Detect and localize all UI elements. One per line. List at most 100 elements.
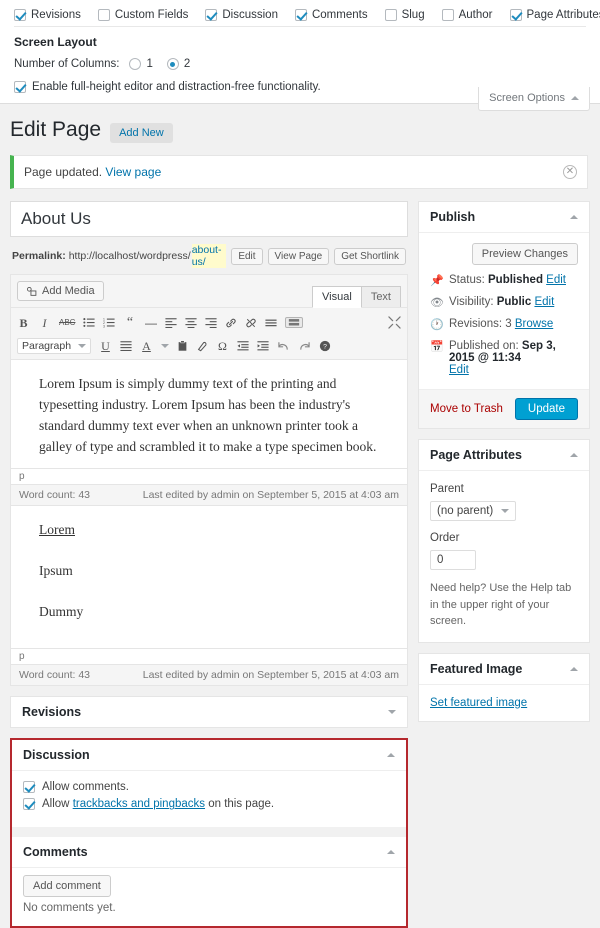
order-input[interactable]: 0 <box>430 550 476 570</box>
link-icon[interactable] <box>225 317 237 329</box>
screen-option-revisions[interactable]: Revisions <box>14 9 81 21</box>
radio-columns-2-label: 2 <box>184 58 190 70</box>
align-left-icon[interactable] <box>165 317 177 328</box>
tab-visual[interactable]: Visual <box>312 286 362 308</box>
editor-secondary-content-area[interactable]: Lorem Ipsum Dummy <box>11 506 407 649</box>
updated-notice: Page updated. View page ✕ <box>10 155 588 189</box>
featured-image-metabox: Featured Image Set featured image <box>418 653 590 722</box>
allow-comments-row[interactable]: Allow comments. <box>23 781 395 793</box>
publish-title: Publish <box>430 210 475 224</box>
checkbox-discussion[interactable] <box>205 9 217 21</box>
add-new-button[interactable]: Add New <box>110 123 173 143</box>
permalink-edit-button[interactable]: Edit <box>231 248 262 265</box>
paste-as-text-icon[interactable] <box>177 340 188 352</box>
screen-option-discussion[interactable]: Discussion <box>205 9 278 21</box>
revisions-browse-link[interactable]: Browse <box>515 318 553 330</box>
move-to-trash-link[interactable]: Move to Trash <box>430 403 503 415</box>
parent-select-value: (no parent) <box>437 505 493 517</box>
content-editor-secondary: Lorem Ipsum Dummy p Word count: 43 Last … <box>10 506 408 687</box>
radio-columns-1[interactable] <box>129 58 141 70</box>
text-color-icon[interactable]: A <box>140 340 153 352</box>
screen-option-comments[interactable]: Comments <box>295 9 368 21</box>
status-value: Published <box>488 274 543 286</box>
view-page-link[interactable]: View page <box>105 165 161 179</box>
close-icon[interactable]: ✕ <box>563 165 577 179</box>
chevron-up-icon[interactable] <box>387 753 395 757</box>
published-edit-link[interactable]: Edit <box>449 364 469 376</box>
align-right-icon[interactable] <box>205 317 217 328</box>
justify-icon[interactable] <box>120 340 132 351</box>
chevron-up-icon[interactable] <box>570 215 578 219</box>
chevron-up-icon[interactable] <box>570 667 578 671</box>
checkbox-comments[interactable] <box>295 9 307 21</box>
screen-option-label: Slug <box>402 9 425 21</box>
screen-option-label: Custom Fields <box>115 9 189 21</box>
trackbacks-pingbacks-link[interactable]: trackbacks and pingbacks <box>73 798 205 810</box>
decrease-indent-icon[interactable] <box>237 340 249 351</box>
last-edited: Last edited by admin on September 5, 201… <box>143 489 399 501</box>
bullet-list-icon[interactable] <box>83 317 95 328</box>
update-button[interactable]: Update <box>515 398 578 420</box>
screen-option-custom-fields[interactable]: Custom Fields <box>98 9 189 21</box>
editor-content-area[interactable]: Lorem Ipsum is simply dummy text of the … <box>11 360 407 468</box>
allow-trackbacks-row[interactable]: Allow trackbacks and pingbacks on this p… <box>23 798 395 810</box>
chevron-down-icon[interactable] <box>388 710 396 714</box>
keyboard-shortcuts-icon[interactable]: ? <box>319 340 331 352</box>
view-page-button[interactable]: View Page <box>268 248 330 265</box>
blockquote-icon[interactable]: “ <box>123 318 136 328</box>
toolbar-toggle-icon[interactable] <box>285 317 303 328</box>
screen-option-page-attributes[interactable]: Page Attributes <box>510 9 600 21</box>
visibility-edit-link[interactable]: Edit <box>534 296 554 308</box>
checkbox-allow-trackbacks[interactable] <box>23 798 35 810</box>
underline-icon[interactable]: U <box>99 340 112 352</box>
publish-metabox-body: Preview Changes 📌 Status: Published Edit… <box>419 233 589 389</box>
revisions-metabox-header[interactable]: Revisions <box>11 697 407 727</box>
status-edit-link[interactable]: Edit <box>546 274 566 286</box>
undo-icon[interactable] <box>277 340 290 351</box>
chevron-up-icon <box>571 96 579 100</box>
paragraph-format-select[interactable]: Paragraph <box>17 338 91 354</box>
parent-select[interactable]: (no parent) <box>430 501 516 521</box>
special-character-icon[interactable]: Ω <box>216 340 229 352</box>
chevron-up-icon[interactable] <box>387 850 395 854</box>
preview-changes-button[interactable]: Preview Changes <box>472 243 578 265</box>
page-attributes-metabox-header[interactable]: Page Attributes <box>419 440 589 471</box>
increase-indent-icon[interactable] <box>257 340 269 351</box>
add-media-button[interactable]: Add Media <box>17 281 104 301</box>
distraction-free-icon[interactable] <box>388 316 401 329</box>
align-center-icon[interactable] <box>185 317 197 328</box>
tab-text[interactable]: Text <box>361 286 401 307</box>
editor-status-bar: Word count: 43 Last edited by admin on S… <box>11 484 407 505</box>
publish-metabox-header[interactable]: Publish <box>419 202 589 233</box>
screen-options-tab-button[interactable]: Screen Options <box>478 87 590 111</box>
checkbox-full-height-editor[interactable] <box>14 81 26 93</box>
unlink-icon[interactable] <box>245 317 257 329</box>
featured-image-metabox-header[interactable]: Featured Image <box>419 654 589 685</box>
comments-metabox-header[interactable]: Comments <box>12 837 406 868</box>
featured-image-metabox-body: Set featured image <box>419 685 589 721</box>
read-more-icon[interactable] <box>265 318 277 328</box>
screen-option-slug[interactable]: Slug <box>385 9 425 21</box>
get-shortlink-button[interactable]: Get Shortlink <box>334 248 406 265</box>
screen-option-author[interactable]: Author <box>442 9 493 21</box>
checkbox-custom-fields[interactable] <box>98 9 110 21</box>
checkbox-author[interactable] <box>442 9 454 21</box>
redo-icon[interactable] <box>298 340 311 351</box>
horizontal-rule-icon[interactable]: — <box>144 317 157 329</box>
numbered-list-icon[interactable]: 123 <box>103 317 115 328</box>
add-media-label: Add Media <box>42 285 95 297</box>
checkbox-slug[interactable] <box>385 9 397 21</box>
checkbox-page-attributes[interactable] <box>510 9 522 21</box>
text-color-caret-icon[interactable] <box>161 344 169 348</box>
checkbox-allow-comments[interactable] <box>23 781 35 793</box>
add-comment-button[interactable]: Add comment <box>23 875 111 897</box>
italic-icon[interactable]: I <box>38 317 51 329</box>
radio-columns-2[interactable] <box>167 58 179 70</box>
set-featured-image-link[interactable]: Set featured image <box>430 697 527 709</box>
checkbox-revisions[interactable] <box>14 9 26 21</box>
clear-formatting-icon[interactable] <box>196 340 208 352</box>
page-title-input[interactable]: About Us <box>10 201 408 237</box>
bold-icon[interactable]: B <box>17 317 30 329</box>
chevron-up-icon[interactable] <box>570 453 578 457</box>
strikethrough-icon[interactable]: ABC <box>59 319 75 327</box>
